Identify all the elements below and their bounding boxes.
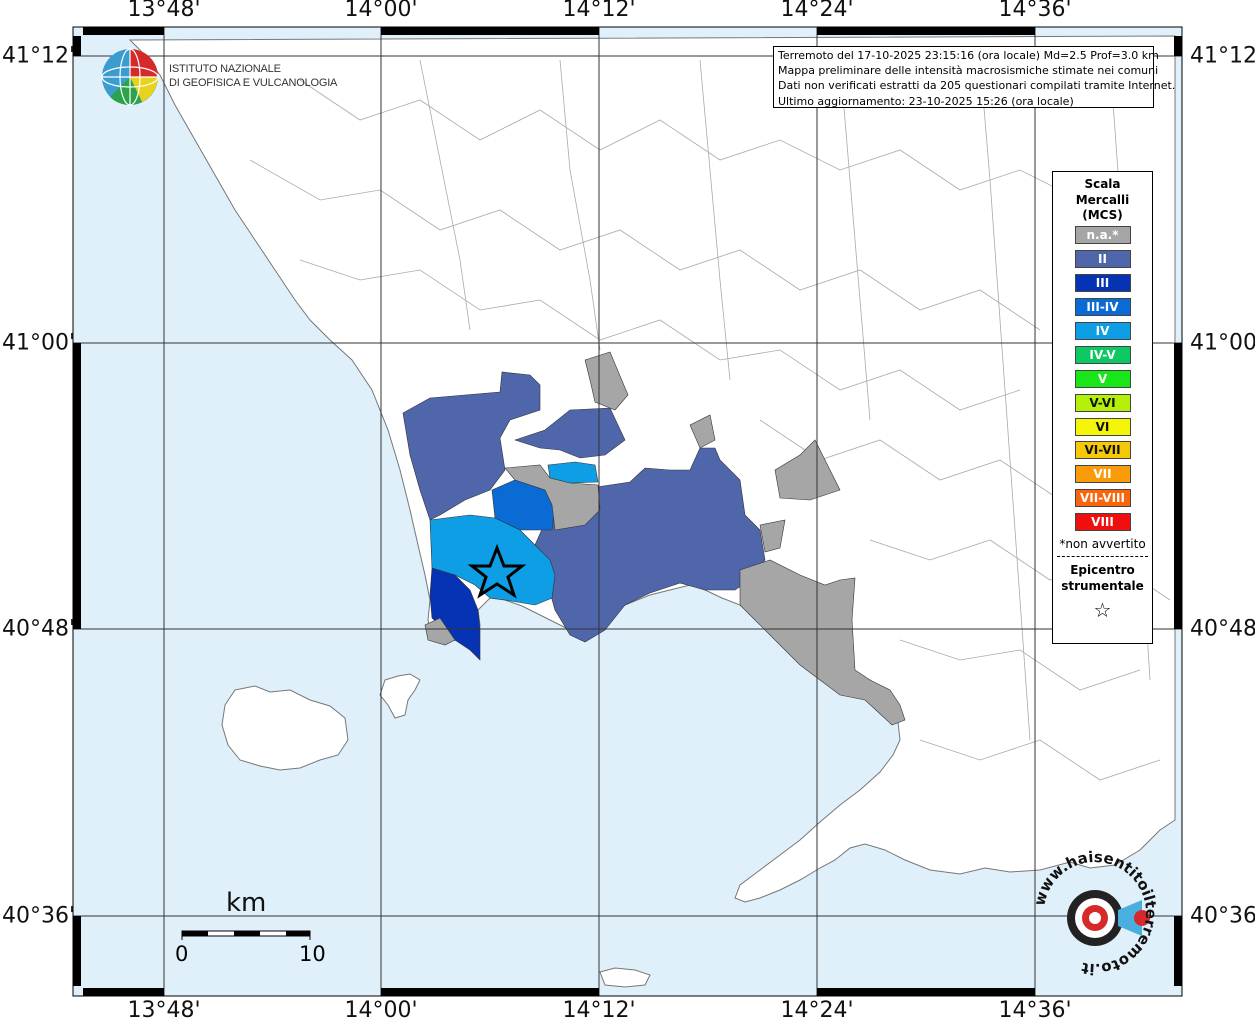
legend-item: V (1053, 367, 1152, 391)
lat-tick-right: 41°12' (1190, 43, 1255, 69)
data-note: Dati non verificati estratti da 205 ques… (778, 79, 1176, 93)
legend-item: IV-V (1053, 343, 1152, 367)
lon-tick-bottom: 14°00' (344, 998, 418, 1023)
legend-color-chip: II (1074, 250, 1131, 269)
mcs-legend: Scala Mercalli (MCS) n.a.* II III III-IV IV I… (1052, 171, 1153, 644)
legend-divider (1057, 556, 1148, 558)
lat-tick-right: 40°48' (1190, 616, 1255, 642)
legend-color-chip: VI-VII (1074, 441, 1131, 460)
legend-item: VII-VIII (1053, 486, 1152, 510)
legend-item: VIII (1053, 510, 1152, 534)
legend-color-chip: III (1074, 274, 1131, 293)
legend-item: IV (1053, 319, 1152, 343)
lon-tick-bottom: 14°12' (562, 998, 636, 1023)
scale-unit: km (226, 888, 267, 918)
legend-color-chip: VII-VIII (1074, 489, 1131, 508)
legend-color-chip: VI (1074, 417, 1131, 436)
legend-color-chip: III-IV (1074, 298, 1131, 317)
lon-tick-top: 14°00' (344, 0, 418, 22)
lat-tick-right: 41°00' (1190, 330, 1255, 356)
lon-tick-top: 14°12' (562, 0, 636, 22)
ingv-line2: DI GEOFISICA E VULCANOLOGIA (169, 77, 338, 89)
legend-item: III (1053, 271, 1152, 295)
legend-items: n.a.* II III III-IV IV IV-V V V-VI VI VI-VII VII VI… (1053, 224, 1152, 535)
legend-item: VI-VII (1053, 439, 1152, 463)
scale-start: 0 (175, 942, 189, 966)
legend-title-mcs: (MCS) (1082, 208, 1123, 222)
ingv-line1: ISTITUTO NAZIONALE (169, 63, 281, 75)
legend-item: n.a.* (1053, 224, 1152, 248)
legend-color-chip: n.a.* (1074, 226, 1131, 245)
event-info-box: Terremoto del 17-10-2025 23:15:16 (ora l… (773, 46, 1176, 108)
legend-item: V-VI (1053, 391, 1152, 415)
epicenter-label-2: strumentale (1061, 578, 1144, 593)
ingv-name: ISTITUTO NAZIONALE DI GEOFISICA E VULCAN… (169, 62, 337, 90)
lat-tick-left: 41°00' (1, 330, 75, 356)
lon-tick-top: 14°36' (998, 0, 1072, 22)
lat-tick-left: 40°36' (1, 903, 75, 929)
last-update: Ultimo aggiornamento: 23-10-2025 15:26 (… (778, 94, 1074, 108)
legend-item: III-IV (1053, 295, 1152, 319)
lon-tick-bottom: 13°48' (127, 998, 201, 1023)
event-line: Terremoto del 17-10-2025 23:15:16 (ora l… (778, 49, 1159, 62)
legend-color-chip: VII (1074, 465, 1131, 484)
legend-item: VII (1053, 462, 1152, 486)
legend-title-mercalli: Mercalli (1075, 192, 1130, 207)
map-description: Mappa preliminare delle intensità macros… (778, 64, 1159, 78)
lon-tick-bottom: 14°36' (998, 998, 1072, 1023)
lat-tick-left: 40°48' (1, 616, 75, 642)
lon-tick-bottom: 14°24' (780, 998, 854, 1023)
epicenter-legend-star-icon: ☆ (1093, 598, 1112, 623)
lon-tick-top: 13°48' (127, 0, 201, 22)
scale-end: 10 (299, 942, 326, 966)
lat-tick-right: 40°36' (1190, 903, 1255, 929)
legend-item: II (1053, 247, 1152, 271)
epicenter-label-1: Epicentro (1070, 563, 1135, 578)
legend-color-chip: V-VI (1074, 393, 1131, 412)
legend-item: VI (1053, 415, 1152, 439)
legend-title-scala: Scala (1084, 177, 1121, 191)
haisentito-logo-icon: www.haisentitoilterremoto.it (1030, 848, 1160, 978)
lon-tick-top: 14°24' (780, 0, 854, 22)
lat-tick-left: 41°12' (1, 43, 75, 69)
legend-color-chip: V (1074, 369, 1131, 388)
legend-note: *non avvertito (1059, 537, 1146, 552)
ingv-logo-icon (101, 48, 159, 106)
legend-color-chip: IV (1074, 322, 1131, 340)
legend-color-chip: IV-V (1074, 345, 1131, 364)
legend-color-chip: VIII (1074, 513, 1131, 532)
